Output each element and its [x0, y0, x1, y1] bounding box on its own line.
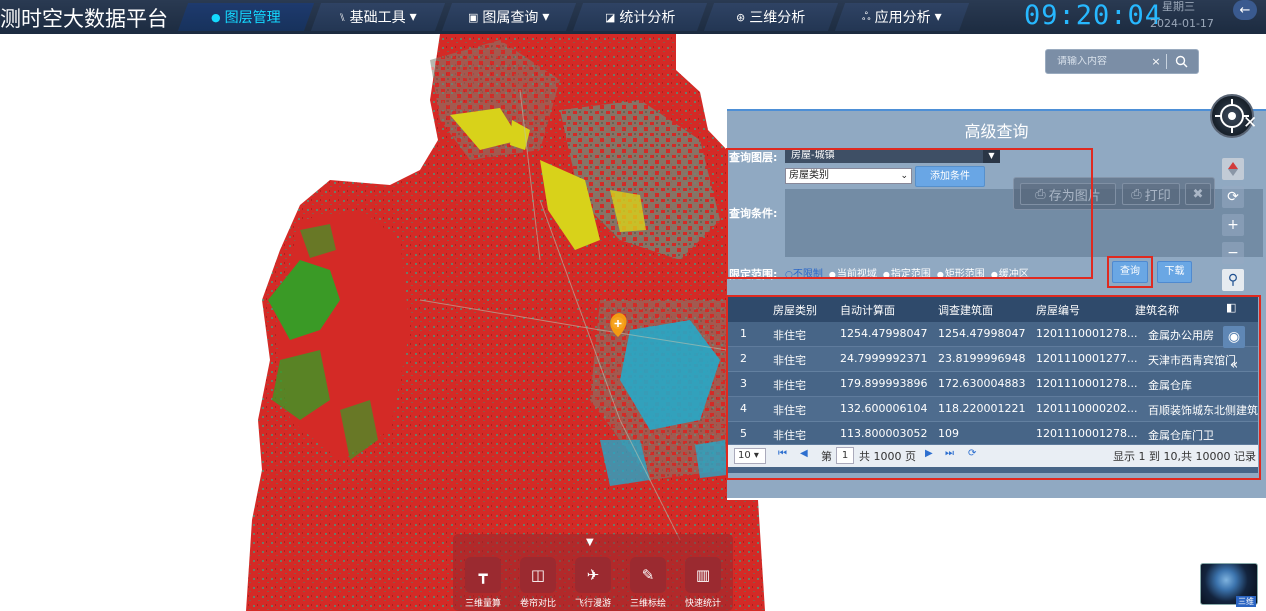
clear-icon[interactable]: × — [1146, 55, 1166, 68]
zoom-out-button[interactable]: − — [1222, 242, 1244, 264]
nav-label: 基础工具 — [349, 10, 406, 26]
download-button[interactable]: 下载 — [1157, 261, 1192, 283]
3d-measure-button[interactable]: ┳ — [465, 557, 501, 593]
caret-down-icon: ▾ — [409, 9, 417, 25]
nav-label: 统计分析 — [619, 10, 676, 26]
person-pin-icon: ⚲ — [1227, 272, 1239, 288]
tool-label: 三维标绘 — [629, 599, 666, 609]
measure-icon: ┳ — [478, 566, 488, 584]
rotate-icon: ⟳ — [1227, 189, 1239, 205]
tools-icon: ⑊ — [339, 10, 346, 24]
top-bar: 测时空大数据平台 ● 图层管理 ⑊ 基础工具 ▾ ▣ 图属查询 ▾ ◪ 统计分析 ⊛ 三维分析… — [0, 0, 1266, 34]
clock: 09:20:04 — [1024, 0, 1163, 31]
side-nav-button[interactable] — [1222, 158, 1244, 180]
minus-icon: − — [1227, 245, 1239, 261]
printer-icon: ⎙ — [1131, 186, 1142, 202]
swipe-icon: ◫ — [530, 566, 546, 584]
chart-icon: ◪ — [604, 10, 616, 24]
close-toolbar-button[interactable]: ✖ — [1185, 183, 1211, 205]
weekday: 星期三 — [1162, 0, 1195, 13]
app-icon: ஃ — [862, 9, 871, 23]
fly-roam-button[interactable]: ✈ — [575, 557, 611, 593]
locate-button[interactable]: ⚲ — [1222, 269, 1244, 291]
plus-icon: + — [1227, 217, 1239, 233]
plane-icon: ✈ — [586, 566, 600, 584]
search-icon — [1175, 55, 1187, 68]
tool-label: 快速统计 — [684, 599, 721, 609]
swipe-compare-button[interactable]: ◫ — [520, 557, 556, 593]
nav-label: 应用分析 — [874, 10, 931, 26]
nav-label: 图属查询 — [482, 10, 539, 26]
close-icon: ✖ — [1192, 186, 1204, 202]
search-box: × — [1045, 49, 1199, 74]
back-button[interactable]: ← — [1233, 0, 1257, 20]
caret-down-icon: ▾ — [542, 9, 550, 25]
quick-stats-button[interactable]: ▥ — [685, 557, 721, 593]
collapse-toolbar-icon[interactable]: ▼ — [586, 537, 594, 548]
app-title: 测时空大数据平台 — [0, 7, 168, 31]
search-button[interactable] — [1167, 55, 1195, 68]
3d-plot-button[interactable]: ✎ — [630, 557, 666, 593]
zoom-in-button[interactable]: + — [1222, 214, 1244, 236]
cube-icon: ⊛ — [736, 10, 746, 24]
search-input[interactable] — [1046, 56, 1146, 67]
nav-tab-statistics[interactable]: ◪ 统计分析 — [572, 3, 708, 31]
nav-tab-map-query[interactable]: ▣ 图属查询 ▾ — [441, 3, 577, 31]
caret-down-icon: ▾ — [934, 9, 942, 25]
nav-tab-3d-analysis[interactable]: ⊛ 三维分析 — [703, 3, 839, 31]
nav-label: 三维分析 — [749, 10, 806, 26]
tool-label: 飞行漫游 — [574, 599, 611, 609]
query-icon: ▣ — [468, 10, 479, 24]
globe-label: 三维 — [1236, 596, 1256, 607]
compass-arrow-icon — [1228, 162, 1238, 176]
back-arrow-icon: ← — [1239, 2, 1251, 18]
bar-chart-icon: ▥ — [695, 566, 711, 584]
nav-label: 图层管理 — [224, 10, 281, 26]
highlight-result-table — [726, 295, 1261, 480]
print-button[interactable]: ⎙ 打印 — [1122, 183, 1180, 205]
date: 2024-01-17 — [1150, 17, 1214, 30]
dot-icon: ● — [211, 10, 221, 24]
panel-title: 高级查询 — [964, 122, 1029, 141]
nav-tab-layer-manage[interactable]: ● 图层管理 — [177, 3, 315, 31]
nav-tab-application-analysis[interactable]: ஃ 应用分析 ▾ — [834, 3, 970, 31]
pen-icon: ✎ — [641, 566, 655, 584]
tool-label: 卷帘对比 — [519, 599, 556, 609]
highlight-query-form — [726, 148, 1093, 279]
side-rotate-button[interactable]: ⟳ — [1222, 186, 1244, 208]
tool-label: 三维量算 — [464, 599, 501, 609]
panel-close-icon[interactable]: ✕ — [1243, 113, 1257, 133]
print-label: 打印 — [1144, 188, 1171, 204]
nav-tab-basic-tools[interactable]: ⑊ 基础工具 ▾ — [310, 3, 446, 31]
highlight-query-button — [1107, 256, 1153, 288]
